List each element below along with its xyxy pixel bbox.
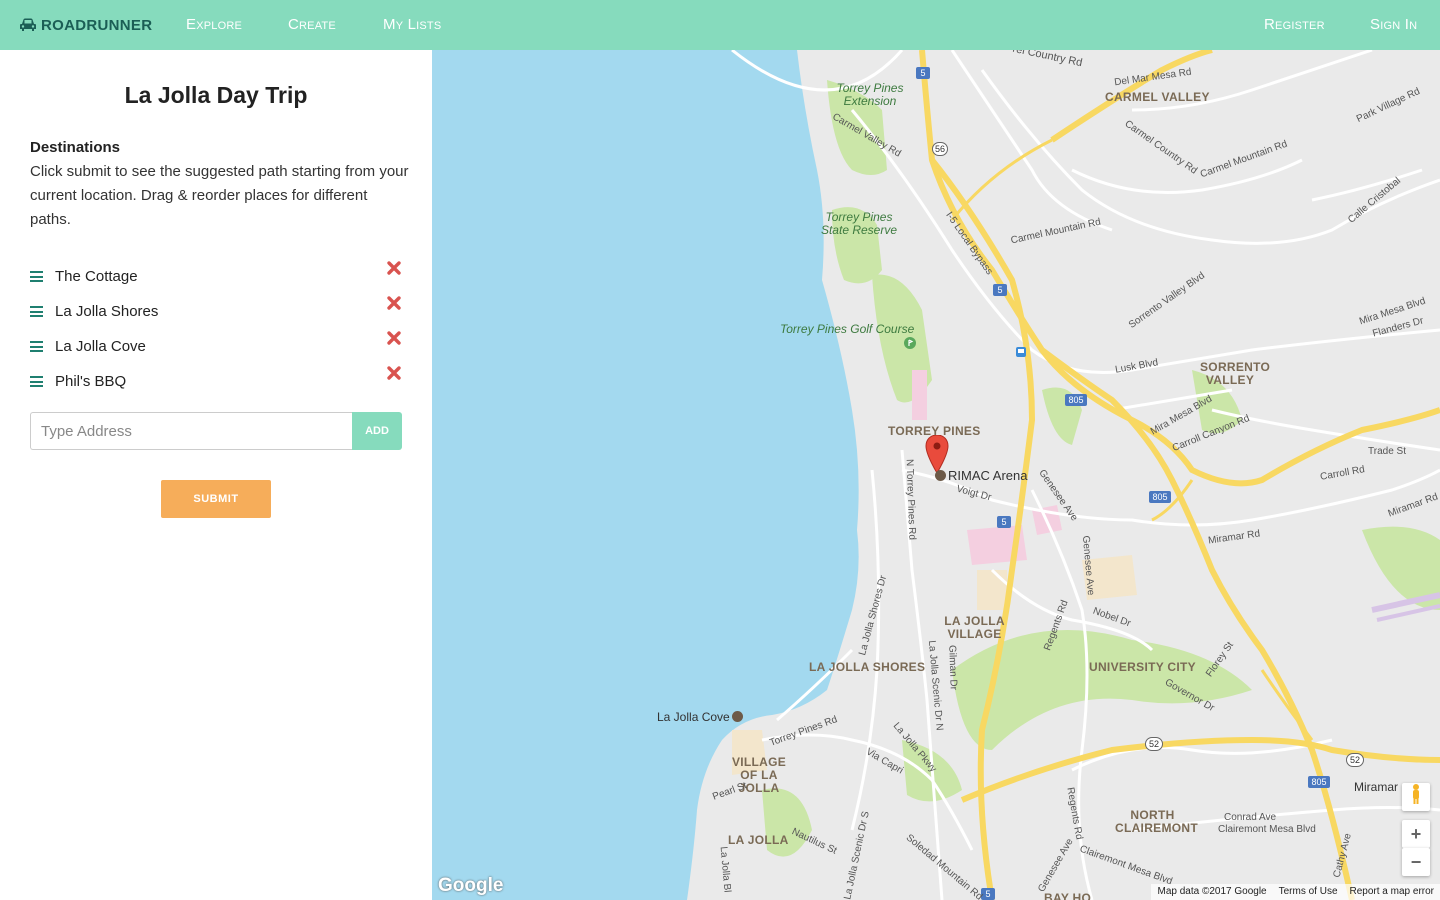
interstate-shield: 5 [916,67,930,79]
road-label: Clairemont Mesa Blvd [1218,824,1316,835]
drag-handle-icon[interactable] [30,376,44,388]
zoom-in-button[interactable]: + [1402,820,1430,848]
place-label: LA JOLLA [728,833,789,847]
nav-register[interactable]: Register [1264,0,1325,50]
place-label: SORRENTO VALLEY [1200,360,1271,387]
drag-handle-icon[interactable] [30,306,44,318]
google-logo[interactable]: Google [438,875,503,897]
transit-icon [1016,347,1026,357]
report-error-link[interactable]: Report a map error [1350,884,1434,900]
place-label: CARMEL VALLEY [1105,90,1210,104]
state-route-shield: 52 [1346,753,1364,767]
poi-name: La Jolla Cove [657,710,730,724]
state-route-shield: 56 [932,142,948,156]
park-label: Torrey Pines Golf Course [780,322,915,336]
road-label: Conrad Ave [1224,812,1277,823]
nav-create[interactable]: Create [288,0,336,50]
brand-name: RoadRunner [41,16,153,34]
place-label: LA JOLLA VILLAGE [944,614,1005,641]
add-address-button[interactable]: ADD [352,412,402,450]
road-label: Trade St [1368,446,1406,457]
destination-label: La Jolla Shores [55,303,159,320]
park-label: Torrey Pines State Reserve [820,210,898,237]
nav-my-lists[interactable]: My Lists [383,0,441,50]
map-attribution: Map data ©2017 Google [1157,886,1267,897]
drag-handle-icon[interactable] [30,271,44,283]
destination-label: Phil's BBQ [55,373,127,390]
interstate-shield: 5 [997,516,1011,528]
place-label: NORTH CLAIREMONT [1115,808,1198,835]
delete-icon[interactable] [386,260,402,276]
pegman-icon[interactable] [1402,783,1430,811]
brand-logo[interactable]: RoadRunner [20,15,152,35]
destination-label: The Cottage [55,268,138,285]
terms-link[interactable]: Terms of Use [1279,884,1338,900]
poi-label[interactable]: RIMAC Arena [935,468,1027,483]
nav-sign-in[interactable]: Sign In [1370,0,1417,50]
map-view[interactable]: 5 56 5 805 805 5 52 805 52 5 CARMEL VALL… [432,50,1440,900]
delete-icon[interactable] [386,295,402,311]
zoom-out-button[interactable]: − [1402,848,1430,876]
interstate-shield: 805 [1149,491,1171,503]
state-route-shield: 52 [1145,737,1163,751]
place-label: BAY HO [1044,891,1092,900]
drag-handle-icon[interactable] [30,341,44,353]
trip-title: La Jolla Day Trip [124,82,308,108]
destination-item[interactable]: La Jolla Cove [30,330,402,362]
delete-icon[interactable] [386,330,402,346]
map-footer: Map data ©2017 Google Terms of Use Repor… [1151,884,1440,900]
road-label: Gilman Dr [946,644,959,691]
top-navbar: RoadRunner Explore Create My Lists Regis… [0,0,1440,50]
nav-explore[interactable]: Explore [186,0,242,50]
car-icon [20,18,36,31]
destinations-heading: Destinations [30,139,121,156]
destination-item[interactable]: The Cottage [30,260,402,292]
interstate-shield: 805 [1065,394,1087,406]
poi-icon [935,470,946,481]
place-label: LA JOLLA SHORES [809,660,926,674]
destination-label: La Jolla Cove [55,338,146,355]
interstate-shield: 805 [1308,776,1330,788]
poi-icon [731,711,743,722]
submit-button[interactable]: SUBMIT [161,480,271,518]
poi-name: RIMAC Arena [948,468,1028,483]
delete-icon[interactable] [386,365,402,381]
golf-icon [904,337,916,349]
ocean [432,50,859,900]
interstate-shield: 5 [993,284,1007,296]
place-label: UNIVERSITY CITY [1089,660,1196,674]
poi-label[interactable]: Miramar [1354,780,1398,794]
destination-item[interactable]: Phil's BBQ [30,365,402,397]
poi-label[interactable]: La Jolla Cove [657,710,743,724]
address-input[interactable] [30,412,353,450]
destination-item[interactable]: La Jolla Shores [30,295,402,327]
destinations-description: Click submit to see the suggested path s… [30,163,409,228]
park-label: Torrey Pines Extension [836,81,904,108]
